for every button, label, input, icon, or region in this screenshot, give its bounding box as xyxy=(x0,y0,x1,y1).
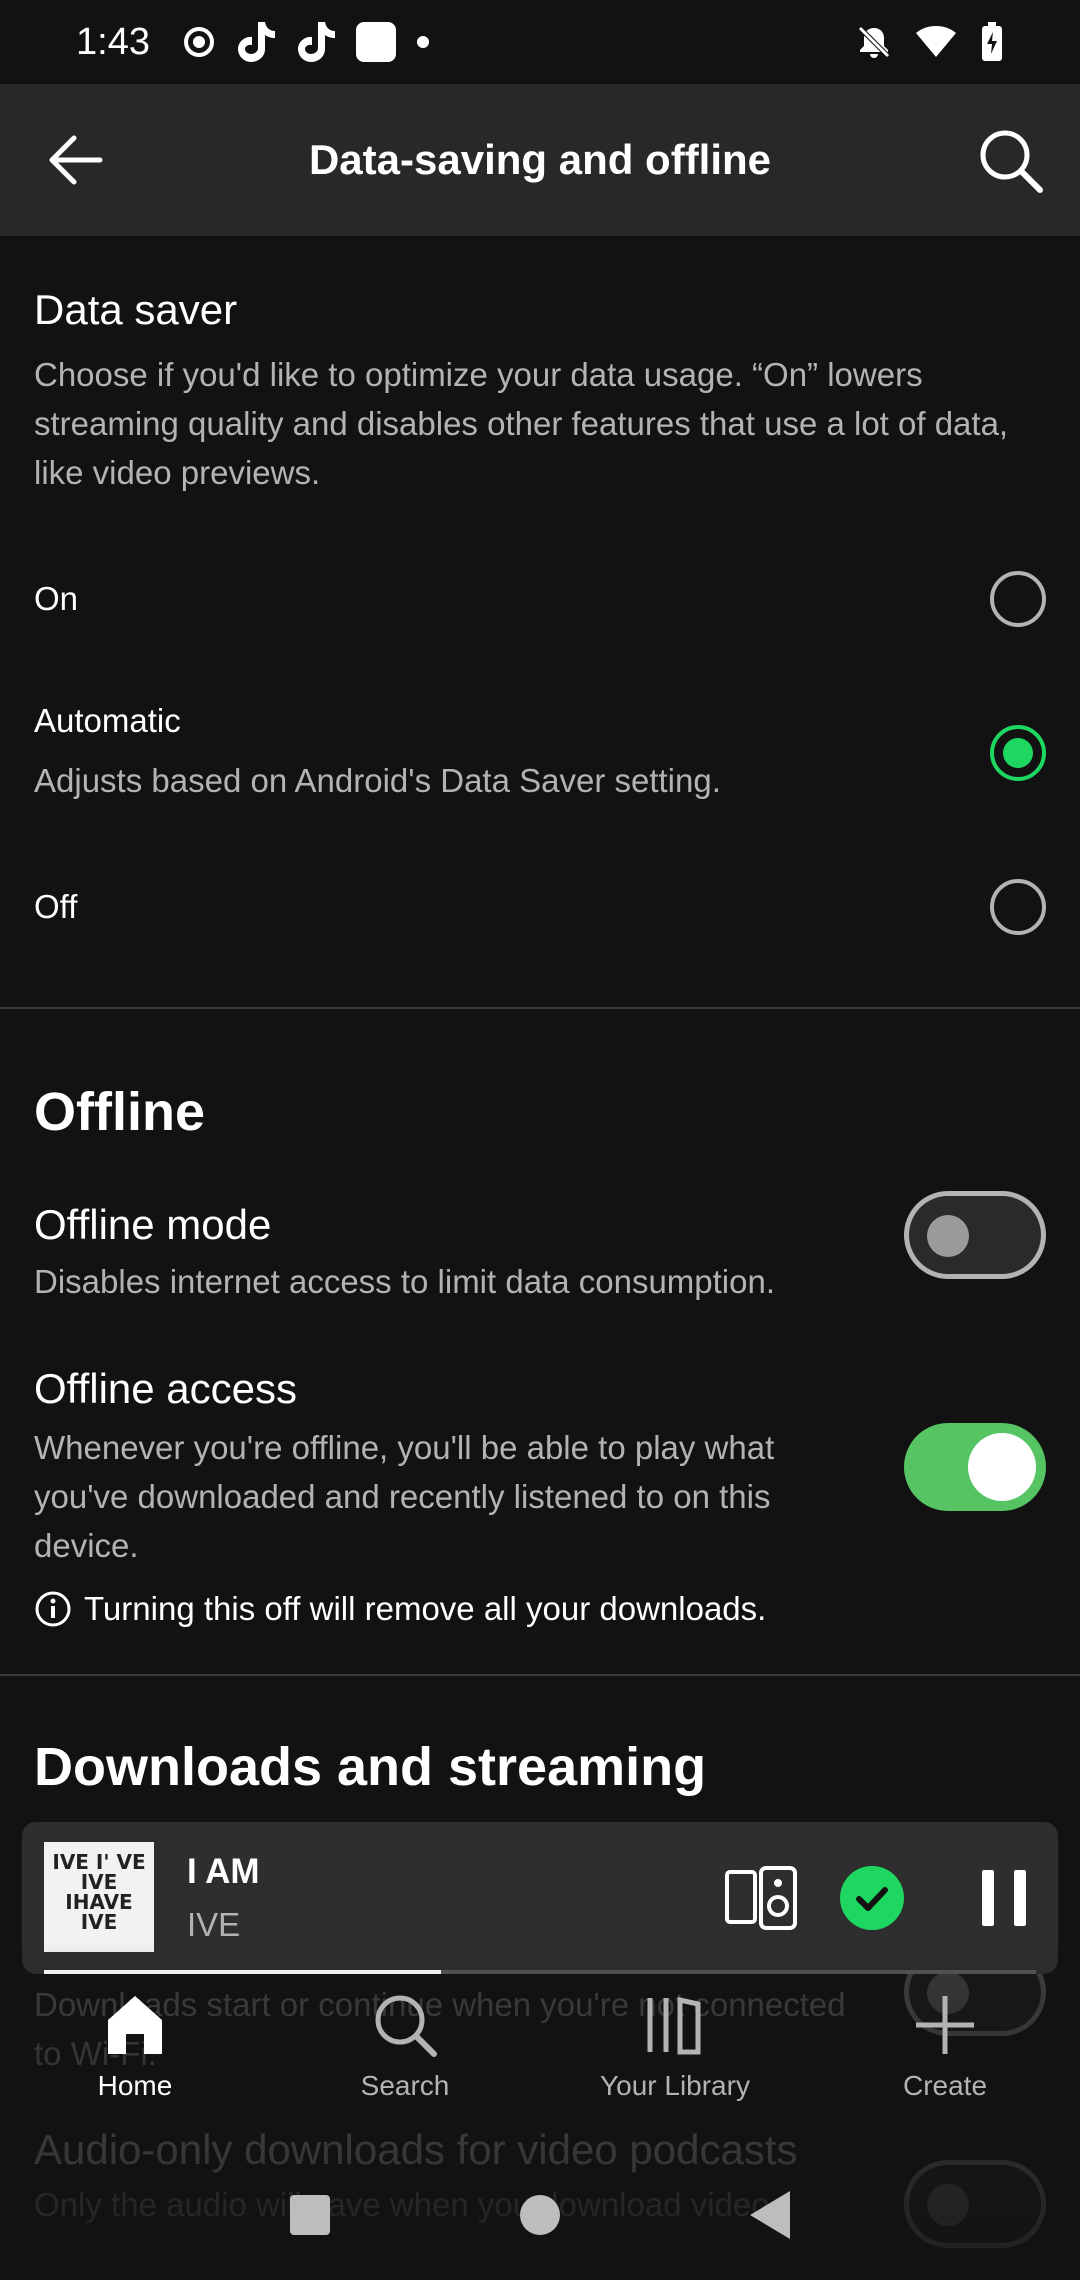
playback-progress-fill xyxy=(44,1970,441,1974)
album-cover: IVE I' VE IVE IHAVE IVE xyxy=(44,1842,154,1952)
downloads-section-title: Downloads and streaming xyxy=(34,1737,707,1797)
offline-access-row[interactable]: Offline access Whenever you're offline, … xyxy=(0,1365,1080,1570)
nav-create-label: Create xyxy=(902,2070,988,2101)
pause-icon[interactable] xyxy=(980,1868,1028,1928)
data-saver-header: Data saver Choose if you'd like to optim… xyxy=(0,236,1080,497)
option-label: Automatic xyxy=(34,701,181,739)
nav-library-label: Your Library xyxy=(600,2070,750,2101)
app-bar: Data-saving and offline xyxy=(0,84,1080,236)
option-label: On xyxy=(34,580,79,617)
back-arrow-icon[interactable] xyxy=(40,124,112,196)
connect-device-icon[interactable] xyxy=(725,1866,797,1930)
nav-search-label: Search xyxy=(360,2070,450,2101)
status-bar: 1:43 xyxy=(0,0,1080,84)
info-row: Turning this off will remove all your do… xyxy=(34,1590,1046,1628)
app-square-icon xyxy=(355,22,396,62)
system-navigation xyxy=(0,2150,1080,2280)
option-sublabel: Adjusts based on Android's Data Saver se… xyxy=(34,761,721,799)
nav-search[interactable]: Search xyxy=(305,1990,505,2130)
nav-create[interactable]: Create xyxy=(845,1990,1045,2130)
data-saver-title: Data saver xyxy=(34,286,238,333)
status-system-icons xyxy=(856,22,1004,62)
plus-icon xyxy=(916,1996,974,2054)
song-title: I AM xyxy=(187,1852,260,1891)
more-dot-icon xyxy=(416,36,429,48)
search-nav-icon xyxy=(375,1995,437,2057)
data-saver-description: Choose if you'd like to optimize your da… xyxy=(34,356,1009,491)
offline-section-title: Offline xyxy=(34,1082,205,1142)
tiktok-icon xyxy=(237,22,275,62)
settings-content: Data saver Choose if you'd like to optim… xyxy=(0,236,1080,1798)
offline-access-info: Turning this off will remove all your do… xyxy=(0,1590,1080,1628)
radio-automatic[interactable] xyxy=(990,725,1046,781)
search-icon[interactable] xyxy=(974,124,1046,196)
record-icon xyxy=(183,27,214,57)
home-circle-icon[interactable] xyxy=(520,2195,560,2235)
radio-off[interactable] xyxy=(990,879,1046,935)
status-notification-icons xyxy=(182,20,430,64)
offline-section-header: Offline xyxy=(0,1009,1080,1143)
offline-mode-row[interactable]: Offline mode Disables internet access to… xyxy=(0,1191,1080,1311)
recents-square-icon[interactable] xyxy=(290,2195,330,2235)
data-saver-option-automatic[interactable]: Automatic Adjusts based on Android's Dat… xyxy=(0,663,1080,843)
offline-mode-toggle[interactable] xyxy=(904,1191,1046,1279)
nav-home-label: Home xyxy=(97,2070,173,2101)
downloads-section-header: Downloads and streaming xyxy=(0,1676,1080,1798)
mini-player[interactable]: IVE I' VE IVE IHAVE IVE I AM IVE xyxy=(22,1822,1058,1974)
checkmark-icon xyxy=(856,1887,888,1911)
info-icon xyxy=(35,1591,71,1627)
muted-bell-icon xyxy=(858,26,890,58)
nav-library[interactable]: Your Library xyxy=(575,1990,775,2130)
wifi-icon xyxy=(916,26,956,57)
offline-access-description: Whenever you're offline, you'll be able … xyxy=(34,1429,775,1564)
radio-on[interactable] xyxy=(990,571,1046,627)
toggle-knob xyxy=(927,1215,969,1257)
offline-access-toggle[interactable] xyxy=(904,1423,1046,1511)
page-title: Data-saving and offline xyxy=(308,136,772,183)
status-time: 1:43 xyxy=(76,20,150,63)
playback-progress-bar xyxy=(44,1970,1036,1974)
data-saver-option-on[interactable]: On xyxy=(0,535,1080,663)
battery-charging-icon xyxy=(982,22,1002,61)
option-label: Off xyxy=(34,888,78,925)
data-saver-option-off[interactable]: Off xyxy=(0,843,1080,971)
home-icon xyxy=(108,1996,162,2054)
nav-home[interactable]: Home xyxy=(35,1990,235,2130)
artist-name: IVE xyxy=(187,1906,241,1943)
bottom-navigation: Home Search Your Library Create xyxy=(0,1990,1080,2130)
info-text: Turning this off will remove all your do… xyxy=(84,1590,767,1627)
tiktok-icon-2 xyxy=(297,22,335,62)
liked-check-icon[interactable] xyxy=(840,1866,904,1930)
offline-mode-title: Offline mode xyxy=(34,1201,272,1248)
offline-access-title: Offline access xyxy=(34,1365,298,1412)
library-icon xyxy=(647,1996,701,2055)
back-triangle-icon[interactable] xyxy=(750,2191,790,2239)
toggle-knob xyxy=(968,1433,1036,1501)
offline-mode-description: Disables internet access to limit data c… xyxy=(34,1263,776,1300)
